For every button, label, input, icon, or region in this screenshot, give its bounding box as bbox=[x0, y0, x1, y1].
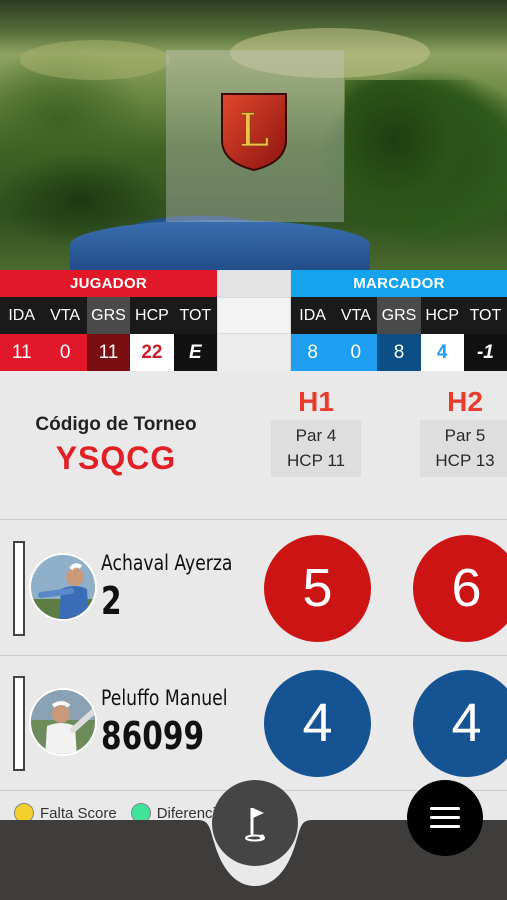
card-value-grs: 8 bbox=[377, 334, 421, 371]
player-card-header: JUGADOR bbox=[0, 270, 217, 297]
hole-hcp: HCP 11 bbox=[287, 451, 345, 470]
tournament-code: YSQCG bbox=[55, 440, 177, 476]
card-value-ida: 8 bbox=[291, 334, 335, 371]
score-button[interactable]: 4 bbox=[413, 670, 507, 777]
card-label-tot: TOT bbox=[173, 297, 218, 334]
hole-par: Par 5 bbox=[444, 426, 486, 445]
player-row[interactable]: Achaval Ayerza 2 5 6 bbox=[0, 521, 507, 656]
menu-button[interactable] bbox=[407, 780, 483, 856]
app-screen: L JUGADOR IDA VTA GRS HCP TOT 11 0 11 22 E MARCA… bbox=[0, 0, 507, 900]
player-handicap: 86099 bbox=[101, 714, 205, 758]
player-handicap: 2 bbox=[101, 579, 122, 623]
hole-par: Par 4 bbox=[295, 426, 337, 445]
card-value-grs: 11 bbox=[86, 334, 131, 371]
card-label-hcp: HCP bbox=[420, 297, 464, 334]
card-value-ida: 11 bbox=[0, 334, 44, 371]
card-label-vta: VTA bbox=[334, 297, 378, 334]
marker-scorecard: MARCADOR IDA VTA GRS HCP TOT 8 0 8 4 -1 bbox=[291, 270, 507, 372]
hole-header-2[interactable]: H2 Par 5 HCP 13 bbox=[420, 386, 507, 477]
card-label-grs: GRS bbox=[377, 297, 421, 334]
card-value-hcp: 4 bbox=[420, 334, 464, 371]
card-label-ida: IDA bbox=[0, 297, 44, 334]
golf-flag-icon bbox=[245, 808, 265, 842]
score-button[interactable]: 4 bbox=[264, 670, 371, 777]
hole-number: H1 bbox=[298, 386, 334, 417]
golf-flag-button[interactable] bbox=[212, 780, 298, 866]
card-value-tot: E bbox=[173, 334, 218, 371]
hole-header-1[interactable]: H1 Par 4 HCP 11 bbox=[271, 386, 361, 477]
card-value-vta: 0 bbox=[43, 334, 87, 371]
tournament-panel: Código de Torneo YSQCG H1 Par 4 HCP 11 H… bbox=[0, 372, 507, 520]
player-card-labels: IDA VTA GRS HCP TOT bbox=[0, 297, 218, 334]
player-name: Peluffo Manuel bbox=[101, 686, 228, 710]
avatar bbox=[29, 553, 97, 621]
card-divider bbox=[217, 270, 291, 372]
player-card-values: 11 0 11 22 E bbox=[0, 334, 218, 371]
player-row[interactable]: Peluffo Manuel 86099 4 4 bbox=[0, 656, 507, 791]
logo-letter: L bbox=[239, 103, 270, 157]
course-header-image: L bbox=[0, 0, 507, 270]
marker-card-values: 8 0 8 4 -1 bbox=[291, 334, 507, 371]
score-button[interactable]: 6 bbox=[413, 535, 507, 642]
card-value-vta: 0 bbox=[334, 334, 378, 371]
legend-label: Falta Score bbox=[40, 804, 117, 822]
card-value-tot: -1 bbox=[463, 334, 507, 371]
avatar bbox=[29, 688, 97, 756]
card-label-hcp: HCP bbox=[130, 297, 174, 334]
player-status-bar bbox=[13, 541, 25, 636]
club-logo: L bbox=[221, 93, 287, 172]
hole-number: H2 bbox=[447, 386, 483, 417]
score-button[interactable]: 5 bbox=[264, 535, 371, 642]
player-status-bar bbox=[13, 676, 25, 771]
hole-hcp: HCP 13 bbox=[435, 451, 495, 470]
card-label-ida: IDA bbox=[291, 297, 335, 334]
marker-card-header: MARCADOR bbox=[291, 270, 507, 297]
tournament-code-label: Código de Torneo bbox=[35, 414, 197, 435]
marker-card-labels: IDA VTA GRS HCP TOT bbox=[291, 297, 507, 334]
card-value-hcp: 22 bbox=[130, 334, 174, 371]
player-name: Achaval Ayerza bbox=[101, 551, 233, 575]
card-label-grs: GRS bbox=[86, 297, 131, 334]
card-label-tot: TOT bbox=[463, 297, 507, 334]
player-scorecard: JUGADOR IDA VTA GRS HCP TOT 11 0 11 22 E bbox=[0, 270, 218, 372]
card-label-vta: VTA bbox=[43, 297, 87, 334]
